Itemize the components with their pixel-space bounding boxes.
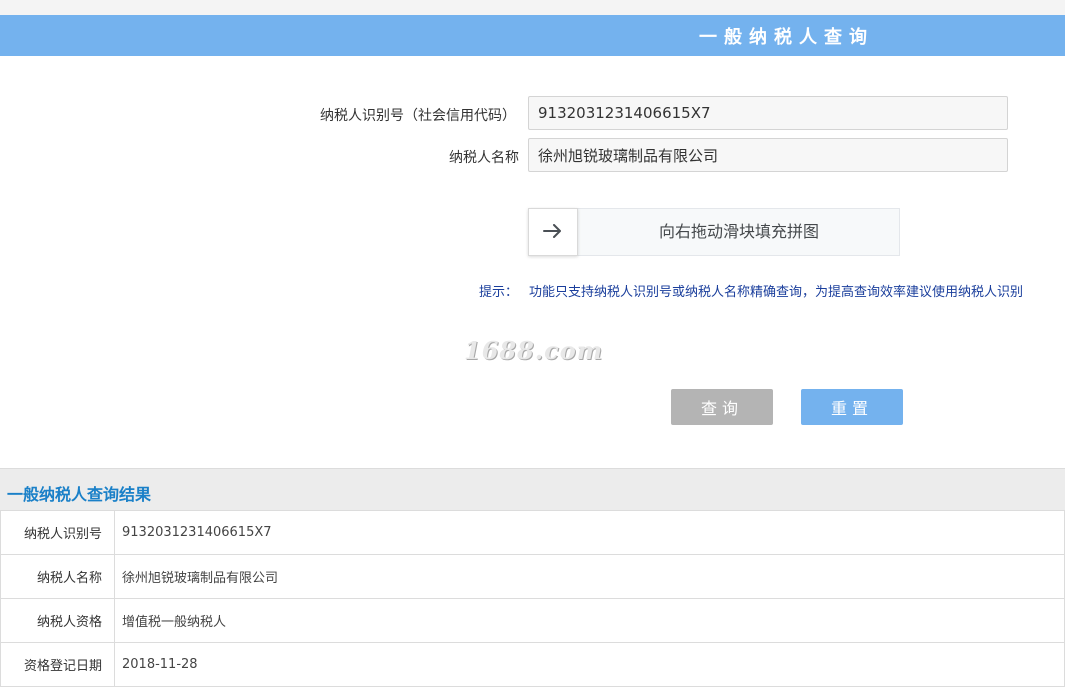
row-label: 纳税人名称 — [0, 554, 115, 599]
table-row: 纳税人名称 徐州旭锐玻璃制品有限公司 — [0, 554, 1065, 599]
row-label: 纳税人资格 — [0, 598, 115, 643]
taxpayer-id-input[interactable] — [528, 96, 1008, 130]
row-value: 9132031231406615X7 — [114, 511, 1065, 555]
header-bar — [0, 15, 1065, 56]
row-value: 徐州旭锐玻璃制品有限公司 — [114, 554, 1065, 599]
row-label: 资格登记日期 — [0, 642, 115, 687]
arrow-right-icon — [543, 223, 563, 242]
row-value: 增值税一般纳税人 — [114, 598, 1065, 643]
tip-label: 提示： — [479, 285, 519, 300]
taxpayer-name-label: 纳税人名称 — [449, 150, 519, 166]
table-row: 纳税人资格 增值税一般纳税人 — [0, 598, 1065, 643]
results-header: 一般纳税人查询结果 — [0, 468, 1065, 511]
results-table: 纳税人识别号 9132031231406615X7 纳税人名称 徐州旭锐玻璃制品… — [0, 511, 1065, 687]
captcha-slider[interactable]: 向右拖动滑块填充拼图 — [528, 208, 900, 256]
table-row: 资格登记日期 2018-11-28 — [0, 642, 1065, 687]
row-value: 2018-11-28 — [114, 642, 1065, 687]
row-label: 纳税人识别号 — [0, 511, 115, 555]
tip-text: 功能只支持纳税人识别号或纳税人名称精确查询，为提高查询效率建议使用纳税人识别 — [529, 285, 1024, 300]
table-row: 纳税人识别号 9132031231406615X7 — [0, 511, 1065, 555]
top-strip — [0, 0, 1065, 15]
query-button[interactable]: 查询 — [671, 389, 773, 425]
reset-button[interactable]: 重置 — [801, 389, 903, 425]
taxpayer-name-input[interactable] — [528, 138, 1008, 172]
watermark-logo: 1688.com — [464, 336, 604, 365]
page-title: 一般纳税人查询 — [699, 27, 874, 48]
taxpayer-id-label: 纳税人识别号（社会信用代码） — [320, 108, 516, 124]
slider-handle[interactable] — [528, 208, 578, 256]
slider-text: 向右拖动滑块填充拼图 — [658, 222, 819, 241]
results-title: 一般纳税人查询结果 — [7, 485, 152, 504]
